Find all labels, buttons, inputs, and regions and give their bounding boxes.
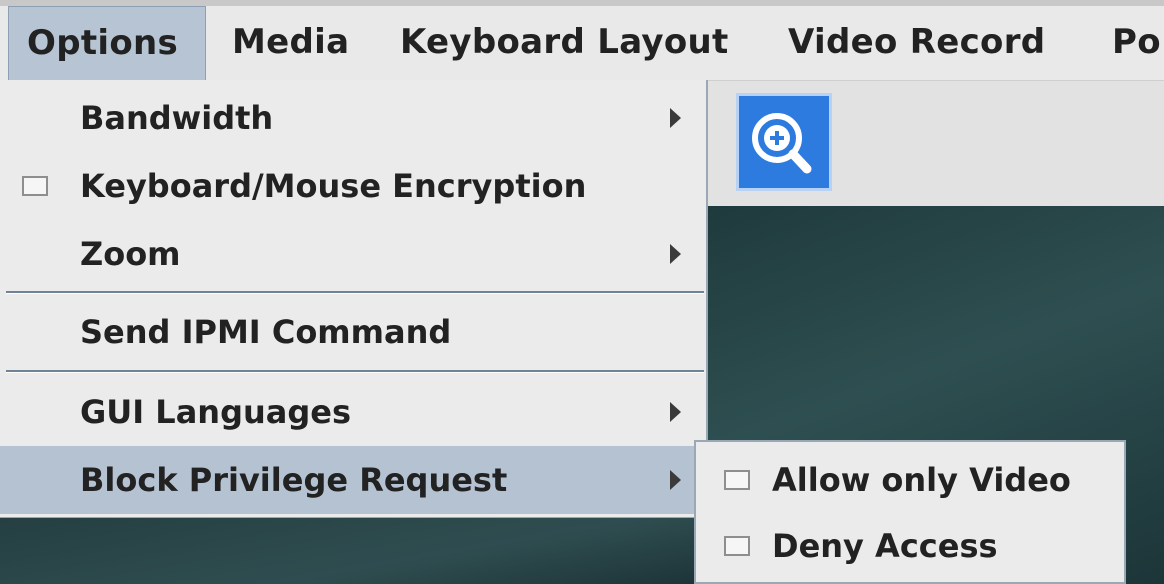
checkbox-icon[interactable] <box>22 176 48 196</box>
menu-keyboard-layout-label: Keyboard Layout <box>400 22 729 62</box>
menu-item-send-ipmi-command-label: Send IPMI Command <box>80 313 452 351</box>
menu-separator <box>6 291 704 294</box>
submenu-arrow-icon <box>670 244 681 264</box>
menu-item-send-ipmi-command[interactable]: Send IPMI Command <box>0 298 706 366</box>
options-menu: Bandwidth Keyboard/Mouse Encryption Zoom… <box>0 80 708 518</box>
menu-item-keyboard-mouse-encryption[interactable]: Keyboard/Mouse Encryption <box>0 152 706 220</box>
menu-item-zoom-label: Zoom <box>80 235 181 273</box>
submenu-item-allow-only-video[interactable]: Allow only Video <box>696 448 1124 512</box>
menu-item-zoom[interactable]: Zoom <box>0 220 706 288</box>
submenu-item-allow-only-video-label: Allow only Video <box>772 461 1071 499</box>
menu-media-label: Media <box>232 22 350 62</box>
menu-options-label: Options <box>27 23 179 63</box>
block-privilege-submenu: Allow only Video Deny Access <box>694 440 1126 584</box>
submenu-arrow-icon <box>670 402 681 422</box>
menu-item-bandwidth-label: Bandwidth <box>80 99 274 137</box>
menu-bar: Options Media Keyboard Layout Video Reco… <box>0 0 1164 80</box>
checkbox-icon[interactable] <box>724 536 750 556</box>
menu-keyboard-layout[interactable]: Keyboard Layout <box>400 6 729 80</box>
zoom-in-button[interactable] <box>736 93 832 191</box>
menu-item-keyboard-mouse-encryption-label: Keyboard/Mouse Encryption <box>80 167 587 205</box>
menu-options[interactable]: Options <box>8 6 206 80</box>
zoom-in-icon <box>752 113 812 174</box>
menu-item-bandwidth[interactable]: Bandwidth <box>0 84 706 152</box>
menu-video-record-label: Video Record <box>788 22 1046 62</box>
submenu-arrow-icon <box>670 470 681 490</box>
remote-console-view-bottom[interactable] <box>0 518 706 584</box>
submenu-arrow-icon <box>670 108 681 128</box>
submenu-item-deny-access-label: Deny Access <box>772 527 998 565</box>
menu-separator <box>6 370 704 373</box>
checkbox-icon[interactable] <box>724 470 750 490</box>
menu-item-block-privilege-request-label: Block Privilege Request <box>80 461 508 499</box>
submenu-item-deny-access[interactable]: Deny Access <box>696 514 1124 578</box>
menu-video-record[interactable]: Video Record <box>788 6 1045 80</box>
menu-item-gui-languages[interactable]: GUI Languages <box>0 378 706 446</box>
menu-power[interactable]: Po <box>1112 6 1161 80</box>
menu-media[interactable]: Media <box>232 6 349 80</box>
menu-item-block-privilege-request[interactable]: Block Privilege Request <box>0 446 706 514</box>
menu-power-label: Po <box>1112 22 1161 62</box>
menu-item-gui-languages-label: GUI Languages <box>80 393 351 431</box>
